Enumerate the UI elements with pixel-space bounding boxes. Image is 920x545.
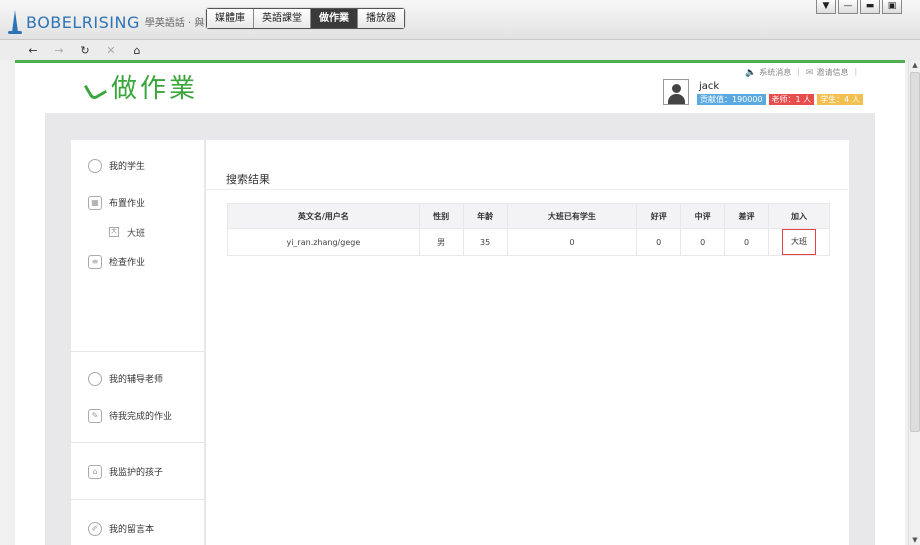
column-header: 年龄	[462, 203, 508, 229]
scroll-down-icon[interactable]: ▼	[909, 535, 920, 545]
sidebar-item-label: 我的辅导老师	[109, 375, 164, 385]
top-accent-line	[15, 60, 905, 63]
sidebar-section-guardian: ⌂ 我监护的孩子	[71, 443, 204, 500]
dropdown-menu-button[interactable]: ▼	[816, 0, 836, 14]
title-bar: BOBELRISING 學英語話 · 與種！ 媒體庫 英語課堂 做作業 播放器 …	[0, 0, 920, 40]
sidebar-section-student: 我的辅导老师 ✎ 待我完成的作业	[71, 352, 204, 443]
table-header-row: 英文名/用户名 性别 年龄 大班已有学生 好评 中评 差评 加入	[227, 203, 831, 229]
username[interactable]: jack	[699, 81, 719, 92]
system-message-link[interactable]: 🔈 系统消息	[745, 67, 791, 78]
separator: |	[854, 67, 858, 76]
sidebar-item-check-homework[interactable]: ≡ 检查作业	[71, 243, 204, 280]
tower-logo-icon	[8, 10, 22, 34]
back-icon[interactable]: ←	[20, 44, 46, 57]
system-message-label: 系统消息	[759, 68, 792, 77]
top-links: 🔈 系统消息 | ✉ 邀请信息 |	[745, 67, 863, 78]
check-icon: ≡	[88, 254, 102, 269]
sidebar-item-my-students[interactable]: 我的学生	[71, 147, 204, 184]
cell-mid-reviews: 0	[680, 228, 726, 256]
avatar-head-icon	[672, 84, 681, 93]
sidebar-item-my-tutor[interactable]: 我的辅导老师	[71, 360, 204, 397]
students-icon	[88, 158, 102, 173]
search-results-title: 搜索结果	[226, 173, 270, 186]
tab-homework[interactable]: 做作業	[311, 9, 358, 28]
user-badges: 贡献值：190000 老师：1 人 学生：4 人	[697, 94, 866, 105]
table-row: yi_ran.zhang/gege 男 35 0 0 0 0 大班	[227, 228, 831, 256]
window-controls: ▼ — ▬ ▣	[814, 0, 902, 14]
sidebar-item-label: 检查作业	[109, 258, 146, 268]
column-header: 性别	[418, 203, 464, 229]
sidebar-item-todo-homework[interactable]: ✎ 待我完成的作业	[71, 397, 204, 434]
sidebar-section-message: ✐ 我的留言本	[71, 500, 204, 545]
refresh-icon[interactable]: ↻	[72, 44, 98, 57]
tab-english-class[interactable]: 英語課堂	[254, 9, 311, 28]
home-icon[interactable]: ⌂	[124, 44, 150, 57]
brush-icon	[85, 79, 105, 99]
results-table: 英文名/用户名 性别 年龄 大班已有学生 好评 中评 差评 加入 yi_ran.…	[227, 203, 831, 256]
vertical-scrollbar[interactable]: ▲ ▼	[908, 60, 920, 545]
avatar-body-icon	[668, 94, 685, 104]
maximize-button[interactable]: ▣	[882, 0, 902, 14]
speaker-icon: 🔈	[745, 67, 757, 78]
minimize-button[interactable]: —	[838, 0, 858, 14]
invite-message-label: 邀请信息	[816, 68, 849, 77]
divider	[206, 189, 850, 190]
mail-icon: ✉	[805, 67, 814, 78]
teacher-count-badge[interactable]: 老师：1 人	[768, 94, 815, 105]
cell-name: yi_ran.zhang/gege	[227, 228, 420, 256]
sidebar-item-label: 我的留言本	[109, 525, 155, 535]
column-header: 加入	[767, 203, 831, 229]
sidebar-item-label: 我监护的孩子	[109, 468, 164, 478]
column-header: 差评	[724, 203, 769, 229]
tab-media-library[interactable]: 媒體庫	[207, 9, 254, 28]
cell-join: 大班	[767, 228, 831, 256]
assign-icon: ▦	[88, 195, 102, 210]
cell-bad-reviews: 0	[724, 228, 769, 256]
sidebar-item-label: 我的学生	[109, 162, 146, 172]
scroll-thumb[interactable]	[910, 72, 920, 432]
separator: |	[797, 67, 800, 76]
restore-button[interactable]: ▬	[860, 0, 880, 14]
main-panel: 搜索结果 英文名/用户名 性别 年龄 大班已有学生 好评 中评 差评 加入 yi…	[205, 140, 850, 545]
forward-icon[interactable]: →	[46, 44, 72, 57]
app-logo: BOBELRISING 學英語話 · 與種！	[8, 6, 224, 34]
logo-text: BOBELRISING	[26, 13, 140, 32]
tutor-icon	[88, 371, 102, 386]
scroll-up-icon[interactable]: ▲	[909, 60, 920, 70]
contribution-badge: 贡献值：190000	[697, 94, 766, 105]
sidebar-item-label: 大班	[127, 228, 146, 239]
column-header: 英文名/用户名	[227, 203, 420, 229]
stop-icon[interactable]: ✕	[98, 44, 124, 57]
sidebar-item-label: 待我完成的作业	[109, 412, 173, 422]
page-title: 做作業	[111, 74, 199, 104]
todo-icon: ✎	[88, 408, 102, 423]
cell-class-students: 0	[506, 228, 638, 256]
cell-good-reviews: 0	[636, 228, 682, 256]
page-brand: 做作業	[85, 74, 198, 104]
nav-bar: ← → ↻ ✕ ⌂	[0, 40, 920, 60]
avatar[interactable]	[663, 79, 689, 105]
sidebar-item-label: 布置作业	[109, 199, 146, 209]
student-count-badge[interactable]: 学生：4 人	[817, 94, 863, 105]
main-tabs: 媒體庫 英語課堂 做作業 播放器	[206, 8, 405, 29]
web-page: 做作業 🔈 系统消息 | ✉ 邀请信息 | jack 贡献值：190000 老师…	[15, 60, 905, 545]
sidebar: 我的学生 ▦ 布置作业 大 大班 ≡ 检查作业 我的辅导老师 ✎ 待我完成的作业…	[71, 140, 204, 545]
column-header: 好评	[636, 203, 682, 229]
message-icon: ✐	[88, 521, 102, 536]
column-header: 中评	[680, 203, 726, 229]
invite-message-link[interactable]: ✉ 邀请信息	[806, 67, 849, 78]
sidebar-item-assign-homework[interactable]: ▦ 布置作业	[71, 184, 204, 221]
sidebar-item-big-class[interactable]: 大 大班	[71, 221, 204, 243]
sidebar-item-message-book[interactable]: ✐ 我的留言本	[71, 510, 204, 545]
children-icon: ⌂	[88, 464, 102, 479]
cell-age: 35	[462, 228, 508, 256]
join-big-class-button[interactable]: 大班	[781, 229, 816, 255]
class-icon: 大	[109, 227, 119, 237]
column-header: 大班已有学生	[506, 203, 638, 229]
sidebar-section-teacher: 我的学生 ▦ 布置作业 大 大班 ≡ 检查作业	[71, 140, 204, 352]
cell-gender: 男	[418, 228, 464, 256]
tab-player[interactable]: 播放器	[358, 9, 404, 28]
sidebar-item-my-children[interactable]: ⌂ 我监护的孩子	[71, 453, 204, 490]
